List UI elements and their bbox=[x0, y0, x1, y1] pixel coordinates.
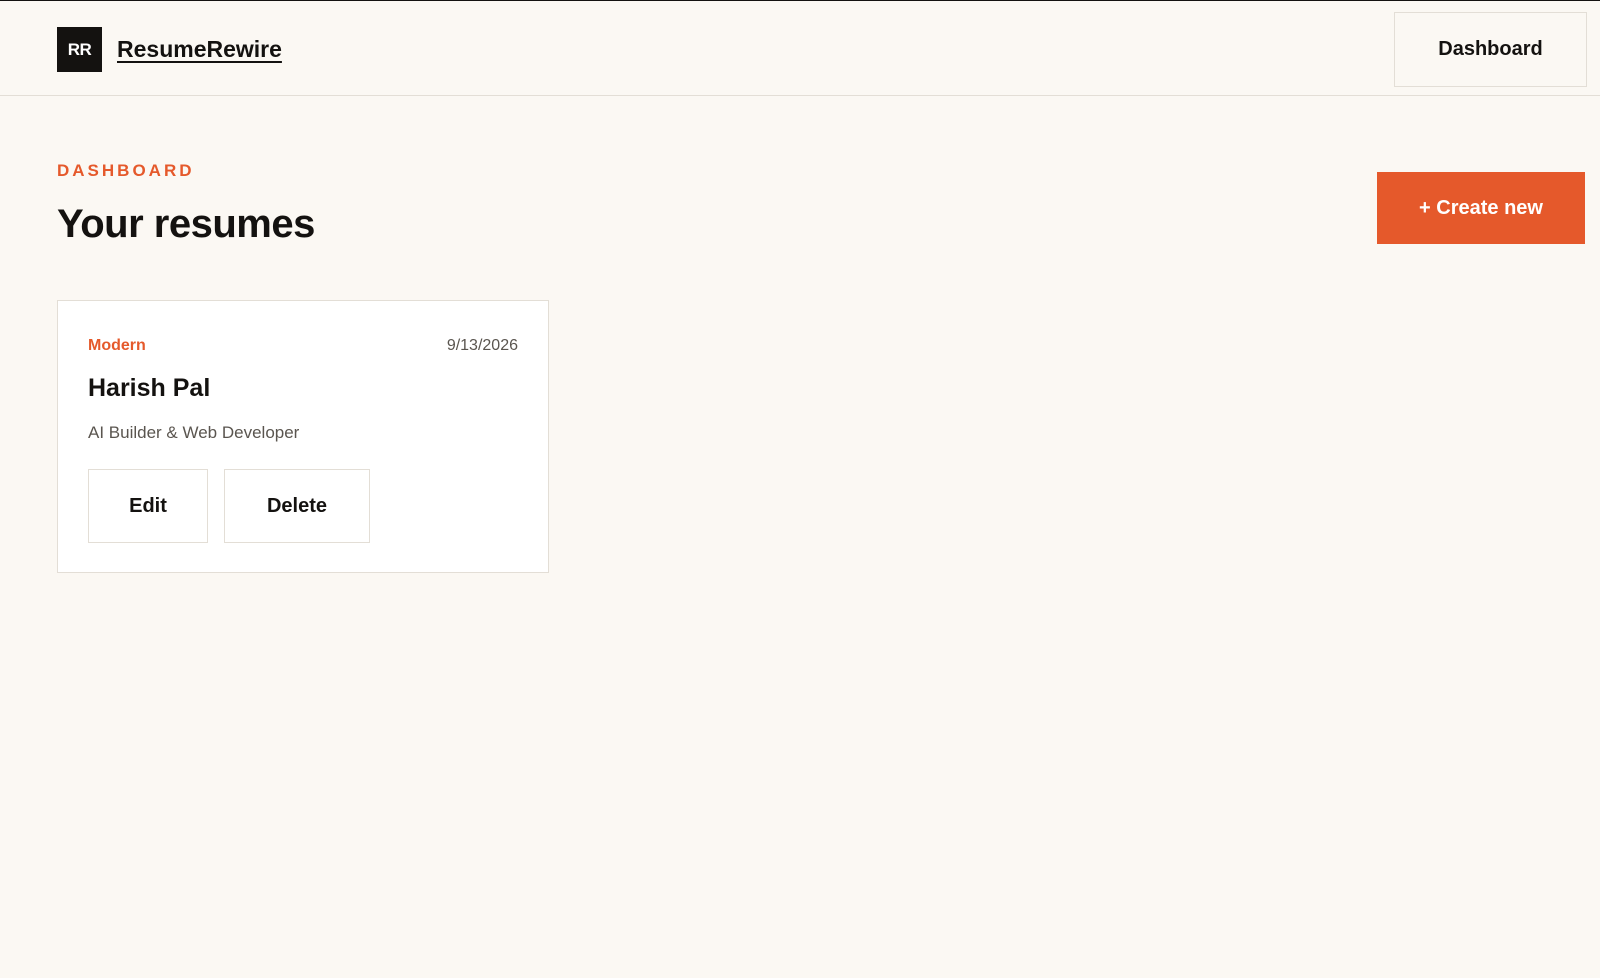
edit-resume-button[interactable]: Edit bbox=[88, 469, 208, 543]
create-new-button[interactable]: + Create new bbox=[1377, 172, 1585, 244]
page-title: Your resumes bbox=[57, 202, 315, 246]
brand-name: ResumeRewire bbox=[117, 36, 282, 62]
resume-card: Modern 9/13/2026 Harish Pal AI Builder &… bbox=[57, 300, 549, 573]
resume-date: 9/13/2026 bbox=[446, 337, 518, 354]
template-badge: Modern bbox=[88, 337, 146, 354]
delete-resume-button[interactable]: Delete bbox=[224, 469, 370, 543]
top-nav-bar: RR ResumeRewire Dashboard bbox=[0, 1, 1600, 96]
logo-badge-icon: RR bbox=[57, 27, 102, 72]
nav-dashboard-button[interactable]: Dashboard bbox=[1394, 12, 1587, 87]
brand-home-link[interactable]: RR ResumeRewire bbox=[57, 27, 282, 72]
section-eyebrow: DASHBOARD bbox=[57, 161, 195, 180]
resume-name: Harish Pal bbox=[88, 374, 211, 402]
resume-role: AI Builder & Web Developer bbox=[88, 423, 300, 442]
